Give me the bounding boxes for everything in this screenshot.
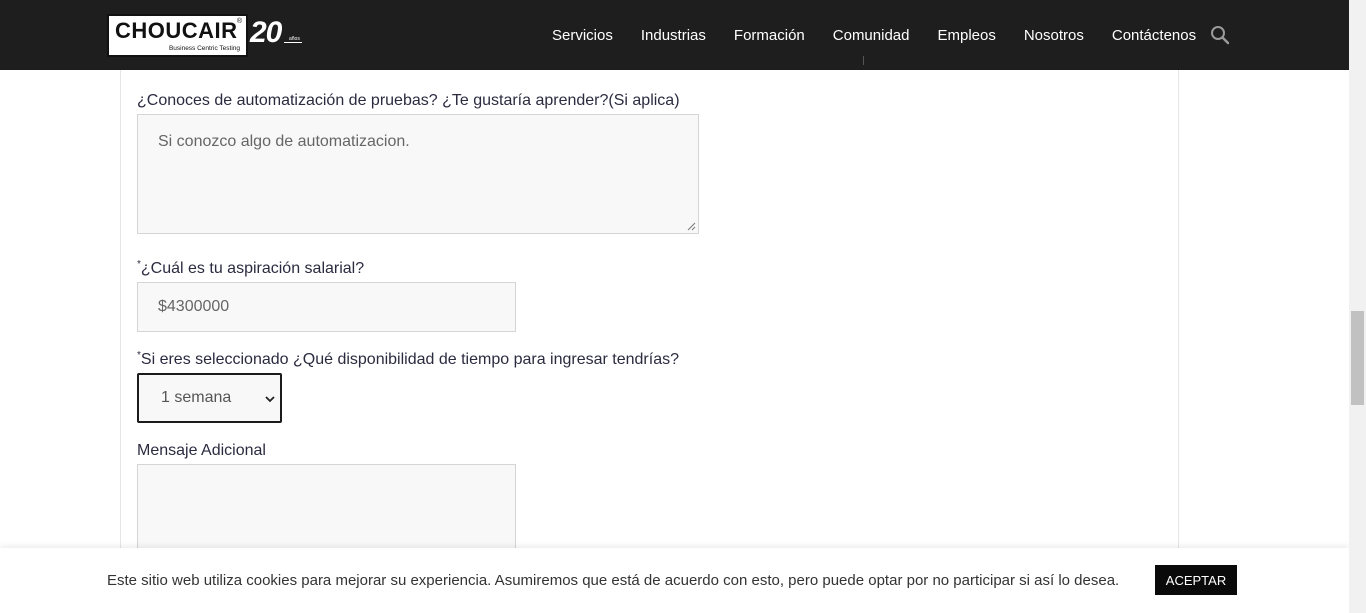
availability-label: *Si eres seleccionado ¿Qué disponibilida… [137, 350, 679, 369]
page-scrollbar[interactable] [1349, 0, 1366, 613]
salary-label-text: ¿Cuál es tu aspiración salarial? [140, 260, 365, 277]
divider [863, 56, 864, 65]
registered-mark: ® [236, 18, 242, 25]
required-mark: * [137, 259, 141, 270]
accept-cookies-button[interactable]: ACEPTAR [1155, 565, 1237, 595]
salary-input[interactable]: $4300000 [137, 282, 516, 332]
cookie-banner: Este sitio web utiliza cookies para mejo… [0, 548, 1349, 613]
anniversary-underline [284, 42, 302, 43]
message-label: Mensaje Adicional [137, 442, 266, 459]
availability-select[interactable]: 1 semana [137, 373, 282, 423]
chevron-down-icon [265, 396, 275, 403]
main-nav: Servicios Industrias Formación Comunidad… [538, 0, 1210, 70]
anniversary-number: 20 [250, 16, 282, 49]
nav-nosotros[interactable]: Nosotros [1010, 27, 1098, 44]
site-header: CHOUCAIR ® Business Centric Testing 20 a… [0, 0, 1349, 70]
required-mark: * [137, 350, 141, 361]
choucair-logo[interactable]: CHOUCAIR ® Business Centric Testing [107, 14, 248, 57]
availability-label-text: Si eres seleccionado ¿Qué disponibilidad… [140, 351, 679, 368]
automation-textarea[interactable]: Si conozco algo de automatizacion. [137, 114, 699, 234]
nav-empleos[interactable]: Empleos [923, 27, 1009, 44]
logo-tagline: Business Centric Testing [168, 45, 240, 52]
scrollbar-thumb[interactable] [1351, 311, 1364, 405]
salary-label: *¿Cuál es tu aspiración salarial? [137, 259, 365, 278]
nav-industrias[interactable]: Industrias [627, 27, 720, 44]
salary-value: $4300000 [158, 298, 230, 315]
nav-servicios[interactable]: Servicios [538, 27, 627, 44]
nav-formacion[interactable]: Formación [720, 27, 819, 44]
automation-label: ¿Conoces de automatización de pruebas? ¿… [137, 92, 680, 109]
automation-value: Si conozco algo de automatizacion. [158, 133, 410, 150]
resize-handle-icon[interactable] [687, 222, 696, 231]
logo-wordmark: CHOUCAIR [115, 18, 238, 43]
search-icon[interactable] [1209, 24, 1231, 46]
nav-contactenos[interactable]: Contáctenos [1098, 27, 1210, 44]
cookie-text: Este sitio web utiliza cookies para mejo… [107, 572, 1120, 589]
availability-selected: 1 semana [161, 389, 232, 406]
nav-comunidad[interactable]: Comunidad [819, 27, 924, 44]
